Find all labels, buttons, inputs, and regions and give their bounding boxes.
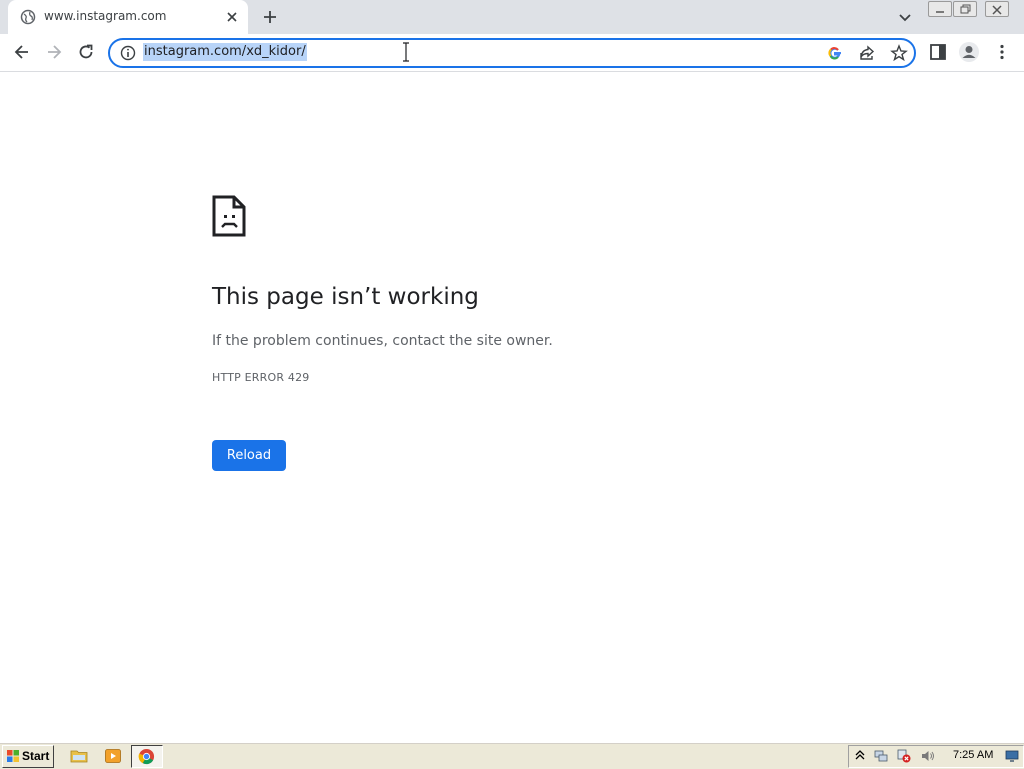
minimize-button[interactable] bbox=[928, 1, 952, 17]
media-player-icon[interactable] bbox=[104, 747, 122, 765]
text-cursor-icon bbox=[403, 42, 409, 62]
chevron-down-icon[interactable] bbox=[896, 8, 914, 26]
forward-arrow-icon[interactable] bbox=[44, 42, 64, 62]
browser-toolbar: instagram.com/xd_kidor/ bbox=[0, 34, 1024, 72]
start-label: Start bbox=[22, 749, 50, 763]
start-button[interactable]: Start bbox=[2, 745, 54, 768]
error-title: This page isn’t working bbox=[212, 284, 479, 310]
monitor-icon[interactable] bbox=[1005, 749, 1019, 763]
globe-icon bbox=[20, 9, 36, 25]
side-panel-icon[interactable] bbox=[928, 42, 948, 62]
info-icon[interactable] bbox=[120, 45, 136, 61]
close-icon[interactable] bbox=[224, 9, 240, 25]
address-bar[interactable]: instagram.com/xd_kidor/ bbox=[108, 38, 916, 68]
browser-tab[interactable]: www.instagram.com bbox=[8, 0, 248, 34]
tray-chevron-icon[interactable] bbox=[853, 749, 867, 763]
google-icon[interactable] bbox=[826, 44, 844, 62]
profile-icon[interactable] bbox=[958, 41, 980, 63]
back-arrow-icon[interactable] bbox=[12, 42, 32, 62]
clock: 7:25 AM bbox=[953, 749, 994, 761]
sad-page-icon bbox=[212, 195, 246, 237]
reload-button[interactable]: Reload bbox=[212, 440, 286, 471]
taskbar-chrome-button[interactable] bbox=[131, 745, 163, 768]
reload-icon[interactable] bbox=[76, 42, 96, 62]
network-icon[interactable] bbox=[874, 749, 888, 763]
security-alert-icon[interactable] bbox=[897, 749, 911, 763]
tab-strip: www.instagram.com bbox=[0, 0, 1024, 34]
plus-icon[interactable] bbox=[260, 7, 280, 27]
star-icon[interactable] bbox=[890, 44, 908, 62]
tab-title: www.instagram.com bbox=[44, 9, 167, 23]
folder-icon[interactable] bbox=[70, 747, 88, 765]
restore-button[interactable] bbox=[953, 1, 977, 17]
more-vert-icon[interactable] bbox=[992, 42, 1012, 62]
taskbar: Start 7:25 AM bbox=[0, 742, 1024, 769]
system-tray: 7:25 AM bbox=[848, 745, 1024, 768]
url-text[interactable]: instagram.com/xd_kidor/ bbox=[143, 43, 307, 61]
error-description: If the problem continues, contact the si… bbox=[212, 333, 553, 349]
share-icon[interactable] bbox=[858, 44, 876, 62]
chrome-icon bbox=[138, 748, 155, 765]
error-code: HTTP ERROR 429 bbox=[212, 371, 310, 384]
windows-flag-icon bbox=[7, 750, 19, 762]
volume-icon[interactable] bbox=[921, 749, 935, 763]
close-window-button[interactable] bbox=[985, 1, 1009, 17]
